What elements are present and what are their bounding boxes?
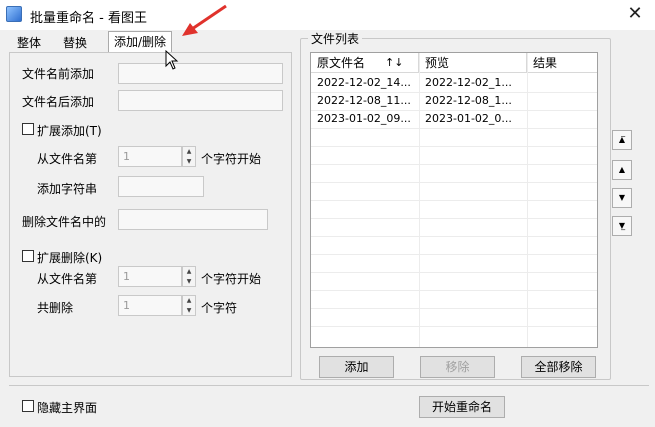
- row-2-original[interactable]: 2022-12-08_11...: [311, 92, 419, 110]
- column-header-result[interactable]: 结果: [527, 53, 597, 73]
- extend-delete-checkbox[interactable]: [22, 250, 34, 262]
- move-down-button[interactable]: ▼: [612, 188, 632, 208]
- from-position-spin-buttons[interactable]: ▲ ▼: [182, 146, 196, 167]
- remove-button[interactable]: 移除: [420, 356, 495, 378]
- move-down-icon: ▼: [618, 193, 626, 202]
- window-title: 批量重命名 - 看图王: [30, 11, 147, 26]
- total-delete-stepper[interactable]: 1: [118, 295, 182, 316]
- delete-from-stepper[interactable]: 1: [118, 266, 182, 287]
- row-2-preview[interactable]: 2022-12-08_1...: [419, 92, 527, 110]
- row-1-preview[interactable]: 2022-12-02_1...: [419, 74, 527, 92]
- row-divider: [311, 308, 597, 309]
- mouse-cursor-icon: [165, 50, 179, 70]
- suffix-input[interactable]: [118, 90, 283, 111]
- move-top-icon: ▲̅: [618, 135, 626, 144]
- add-string-input[interactable]: [118, 176, 204, 197]
- spin-down-icon[interactable]: ▼: [183, 157, 195, 167]
- move-up-icon: ▲: [618, 165, 626, 174]
- spin-down-icon[interactable]: ▼: [183, 306, 195, 316]
- row-1-original[interactable]: 2022-12-02_14...: [311, 74, 419, 92]
- row-divider: [311, 128, 597, 129]
- start-rename-button[interactable]: 开始重命名: [419, 396, 505, 418]
- char-start-label-2: 个字符开始: [201, 272, 262, 286]
- move-up-button[interactable]: ▲: [612, 160, 632, 180]
- column-header-original[interactable]: 原文件名 ↑↓: [311, 53, 419, 73]
- extend-add-checkbox[interactable]: [22, 123, 34, 135]
- suffix-label: 文件名后添加: [22, 95, 95, 109]
- app-icon: [6, 6, 22, 22]
- footer-divider: [9, 385, 649, 386]
- tab-replace[interactable]: 替换: [58, 33, 92, 53]
- add-string-label: 添加字符串: [37, 182, 98, 196]
- spin-up-icon[interactable]: ▲: [183, 267, 195, 277]
- row-divider: [311, 254, 597, 255]
- close-button[interactable]: ✕: [620, 2, 650, 28]
- extend-add-label: 扩展添加(T): [37, 124, 102, 138]
- column-header-preview[interactable]: 预览: [419, 53, 527, 73]
- prefix-label: 文件名前添加: [22, 67, 95, 81]
- total-delete-spin-buttons[interactable]: ▲ ▼: [182, 295, 196, 316]
- row-divider: [311, 272, 597, 273]
- red-arrow-annotation: [182, 4, 227, 36]
- remove-all-button[interactable]: 全部移除: [521, 356, 596, 378]
- hide-main-label: 隐藏主界面: [37, 401, 98, 415]
- char-start-label: 个字符开始: [201, 152, 262, 166]
- move-bottom-icon: ▼̲: [618, 221, 626, 230]
- delete-from-spin-buttons[interactable]: ▲ ▼: [182, 266, 196, 287]
- row-divider: [311, 182, 597, 183]
- add-button[interactable]: 添加: [319, 356, 394, 378]
- from-name-label-2: 从文件名第: [37, 272, 98, 286]
- sort-arrows-icon[interactable]: ↑↓: [385, 53, 403, 73]
- column-original-label: 原文件名: [317, 56, 366, 70]
- delete-in-name-label: 删除文件名中的: [22, 215, 107, 229]
- move-bottom-button[interactable]: ▼̲: [612, 216, 632, 236]
- arrow-shaft: [191, 4, 227, 31]
- row-divider: [311, 164, 597, 165]
- file-table[interactable]: 原文件名 ↑↓ 预览 结果 2022-12-02_14... 2022-12-0…: [310, 52, 598, 348]
- file-list-title: 文件列表: [308, 30, 363, 47]
- row-divider: [311, 290, 597, 291]
- row-3-original[interactable]: 2023-01-02_09...: [311, 110, 419, 128]
- from-name-label: 从文件名第: [37, 152, 98, 166]
- tab-overall[interactable]: 整体: [12, 33, 46, 53]
- total-delete-label: 共删除: [37, 301, 74, 315]
- prefix-input[interactable]: [118, 63, 283, 84]
- tab-add-delete[interactable]: 添加/删除: [108, 31, 173, 53]
- row-divider: [311, 146, 597, 147]
- char-label: 个字符: [201, 301, 238, 315]
- from-position-stepper[interactable]: 1: [118, 146, 182, 167]
- spin-up-icon[interactable]: ▲: [183, 296, 195, 306]
- row-divider: [311, 218, 597, 219]
- spin-down-icon[interactable]: ▼: [183, 277, 195, 287]
- row-divider: [311, 200, 597, 201]
- row-3-preview[interactable]: 2023-01-02_0...: [419, 110, 527, 128]
- row-divider: [311, 326, 597, 327]
- extend-delete-label: 扩展删除(K): [37, 251, 103, 265]
- move-top-button[interactable]: ▲̅: [612, 130, 632, 150]
- spin-up-icon[interactable]: ▲: [183, 147, 195, 157]
- hide-main-checkbox[interactable]: [22, 400, 34, 412]
- row-divider: [311, 236, 597, 237]
- delete-in-name-input[interactable]: [118, 209, 268, 230]
